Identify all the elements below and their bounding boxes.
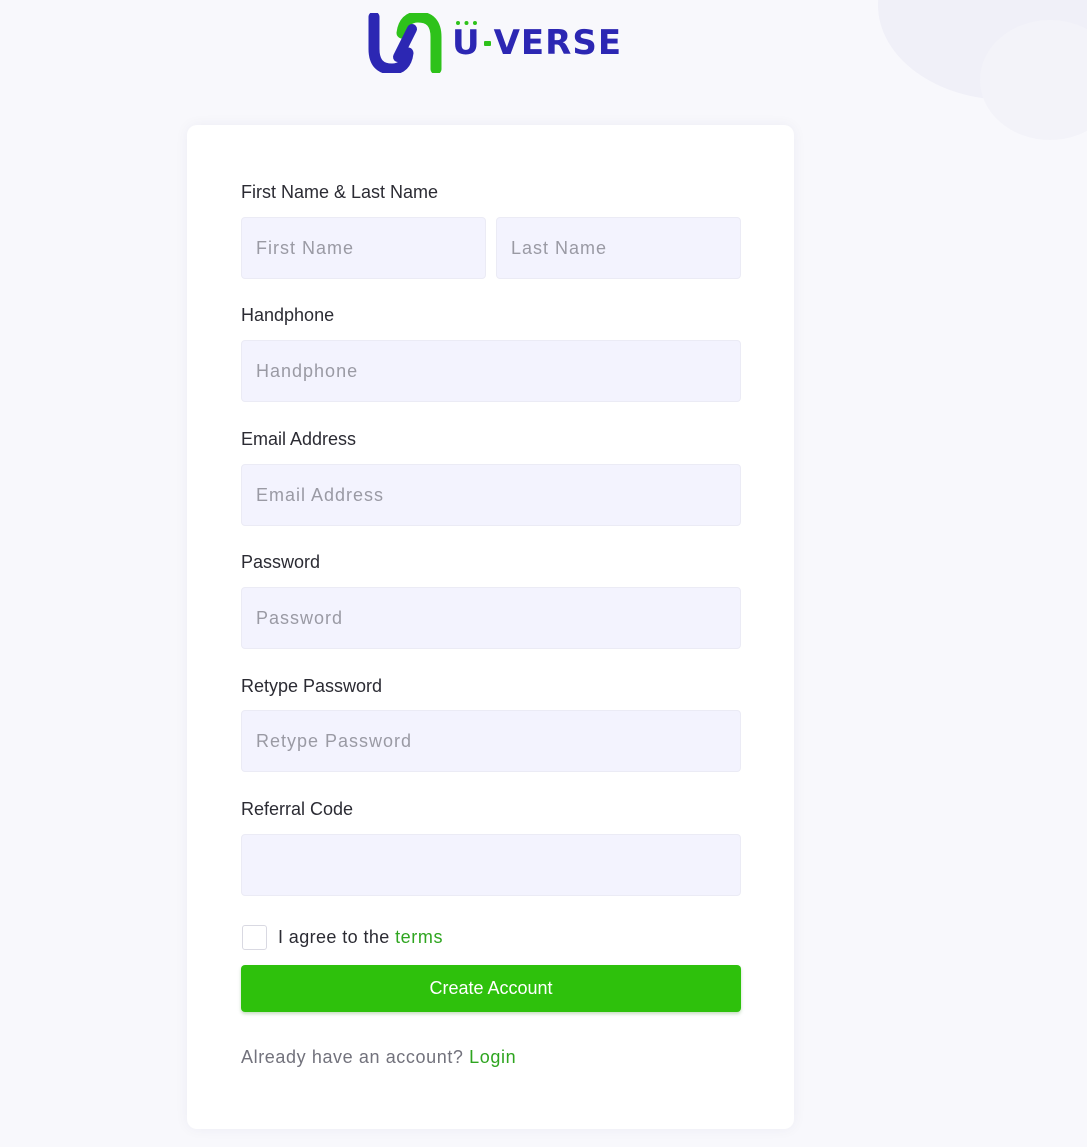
brand-wordmark-rest: VERSE — [493, 23, 623, 63]
login-prompt-text: Already have an account? — [241, 1047, 470, 1067]
first-name-input[interactable] — [241, 217, 486, 279]
handphone-label: Handphone — [241, 305, 335, 325]
last-name-input[interactable] — [496, 217, 741, 279]
brand-wordmark-u: U — [452, 21, 481, 63]
password-input[interactable] — [241, 587, 741, 649]
terms-checkbox[interactable] — [242, 924, 267, 950]
email-label: Email Address — [241, 429, 357, 449]
referral-code-label: Referral Code — [241, 799, 354, 819]
referral-code-input[interactable] — [241, 834, 741, 896]
register-card: First Name & Last Name Handphone Email A… — [187, 125, 794, 1129]
password-label: Password — [241, 552, 321, 572]
brand-wordmark-dot — [483, 40, 491, 46]
login-link[interactable]: Login — [469, 1047, 516, 1067]
brand-logo: U VERSE — [368, 13, 622, 73]
retype-password-input[interactable] — [241, 710, 741, 772]
terms-prefix: I agree to the — [278, 926, 396, 947]
handphone-input[interactable] — [241, 340, 741, 402]
name-label: First Name & Last Name — [241, 182, 439, 202]
retype-password-label: Retype Password — [241, 676, 383, 696]
terms-text: I agree to the terms — [278, 927, 443, 948]
terms-link[interactable]: terms — [395, 927, 443, 947]
create-account-button[interactable]: Create Account — [241, 965, 741, 1012]
brand-wordmark: U VERSE — [452, 21, 623, 63]
email-input[interactable] — [241, 464, 741, 526]
login-prompt: Already have an account? Login — [241, 1047, 516, 1068]
u-verse-logo-icon — [368, 13, 442, 73]
terms-row: I agree to the terms — [242, 923, 443, 951]
